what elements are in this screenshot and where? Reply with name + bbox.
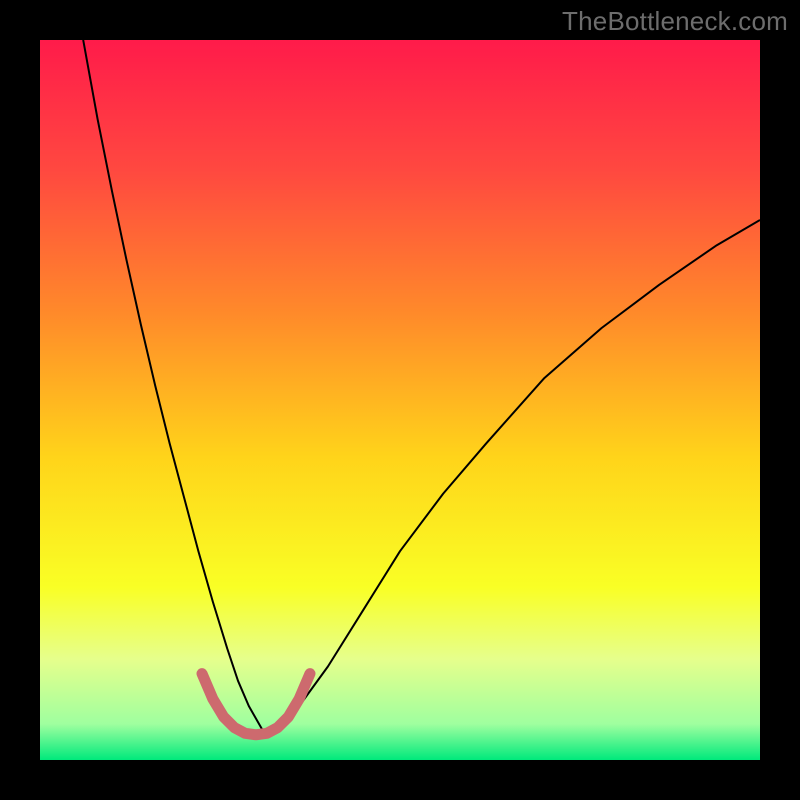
- chart-frame: TheBottleneck.com: [0, 0, 800, 800]
- watermark-text: TheBottleneck.com: [562, 6, 788, 37]
- plot-area: [40, 40, 760, 760]
- chart-svg: [40, 40, 760, 760]
- gradient-background: [40, 40, 760, 760]
